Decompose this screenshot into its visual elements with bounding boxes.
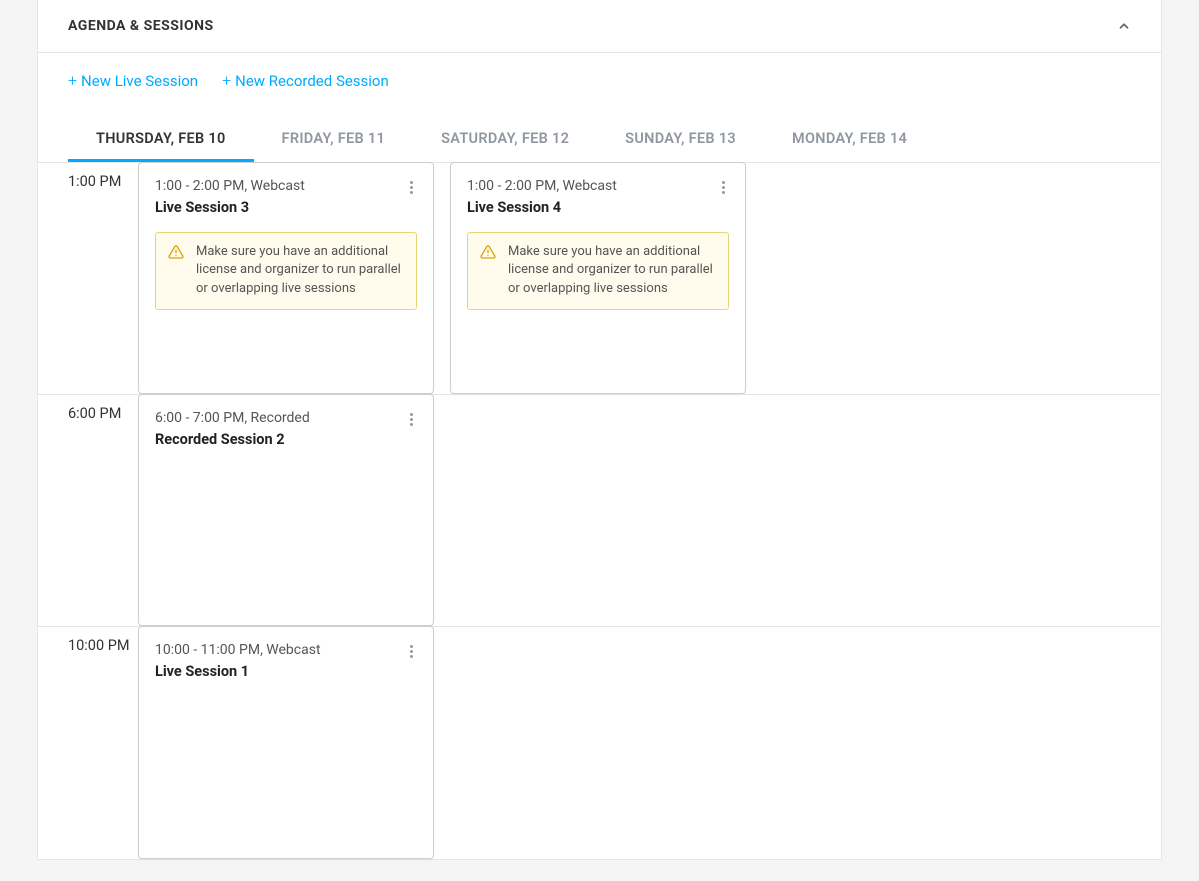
session-card[interactable]: 1:00 - 2:00 PM, Webcast Live Session 3 Mak… bbox=[138, 162, 434, 394]
day-tab[interactable]: THURSDAY, FEB 10 bbox=[68, 118, 254, 162]
day-tab[interactable]: SATURDAY, FEB 12 bbox=[413, 118, 597, 162]
agenda-sessions-panel: AGENDA & SESSIONS + New Live Session + N… bbox=[37, 0, 1162, 860]
sessions-container: 1:00 - 2:00 PM, Webcast Live Session 3 Mak… bbox=[138, 163, 1161, 394]
kebab-menu-icon[interactable] bbox=[718, 177, 729, 198]
new-live-session-button[interactable]: + New Live Session bbox=[68, 71, 198, 90]
day-tab[interactable]: MONDAY, FEB 14 bbox=[764, 118, 935, 162]
session-meta: 1:00 - 2:00 PM, Webcast bbox=[467, 177, 617, 197]
new-recorded-label: New Recorded Session bbox=[235, 72, 389, 90]
warning-box: Make sure you have an additional license… bbox=[155, 232, 417, 311]
warning-text: Make sure you have an additional license… bbox=[508, 243, 716, 300]
panel-title: AGENDA & SESSIONS bbox=[68, 18, 214, 34]
kebab-menu-icon[interactable] bbox=[406, 177, 417, 198]
chevron-up-icon bbox=[1117, 19, 1131, 33]
kebab-menu-icon[interactable] bbox=[406, 409, 417, 430]
day-tabs: THURSDAY, FEB 10FRIDAY, FEB 11SATURDAY, … bbox=[38, 118, 1161, 163]
actions-bar: + New Live Session + New Recorded Sessio… bbox=[38, 53, 1161, 100]
plus-icon: + bbox=[222, 71, 231, 90]
sessions-container: 10:00 - 11:00 PM, Webcast Live Session 1 bbox=[138, 627, 1161, 859]
session-title: Live Session 4 bbox=[467, 199, 617, 216]
session-meta: 6:00 - 7:00 PM, Recorded bbox=[155, 409, 310, 429]
warning-text: Make sure you have an additional license… bbox=[196, 243, 404, 300]
sessions-container: 6:00 - 7:00 PM, Recorded Recorded Session… bbox=[138, 395, 1161, 626]
session-title: Live Session 3 bbox=[155, 199, 305, 216]
time-row: 6:00 PM 6:00 - 7:00 PM, Recorded Recorded … bbox=[38, 395, 1161, 627]
session-title: Recorded Session 2 bbox=[155, 431, 310, 448]
warning-icon bbox=[168, 244, 184, 260]
day-tab[interactable]: SUNDAY, FEB 13 bbox=[597, 118, 764, 162]
time-label: 10:00 PM bbox=[38, 627, 138, 859]
plus-icon: + bbox=[68, 71, 77, 90]
panel-header[interactable]: AGENDA & SESSIONS bbox=[38, 0, 1161, 53]
session-card[interactable]: 6:00 - 7:00 PM, Recorded Recorded Session… bbox=[138, 394, 434, 626]
time-row: 1:00 PM 1:00 - 2:00 PM, Webcast Live Sessi… bbox=[38, 163, 1161, 395]
new-recorded-session-button[interactable]: + New Recorded Session bbox=[222, 71, 389, 90]
kebab-menu-icon[interactable] bbox=[406, 641, 417, 662]
warning-box: Make sure you have an additional license… bbox=[467, 232, 729, 311]
time-label: 6:00 PM bbox=[38, 395, 138, 626]
session-title: Live Session 1 bbox=[155, 663, 321, 680]
new-live-label: New Live Session bbox=[81, 72, 198, 90]
session-card-header: 1:00 - 2:00 PM, Webcast Live Session 3 bbox=[155, 177, 417, 216]
session-meta: 1:00 - 2:00 PM, Webcast bbox=[155, 177, 305, 197]
session-card-header: 6:00 - 7:00 PM, Recorded Recorded Session… bbox=[155, 409, 417, 448]
session-card[interactable]: 1:00 - 2:00 PM, Webcast Live Session 4 Mak… bbox=[450, 162, 746, 394]
warning-icon bbox=[480, 244, 496, 260]
day-tab[interactable]: FRIDAY, FEB 11 bbox=[254, 118, 414, 162]
schedule: 1:00 PM 1:00 - 2:00 PM, Webcast Live Sessi… bbox=[38, 163, 1161, 859]
time-label: 1:00 PM bbox=[38, 163, 138, 394]
session-card-header: 10:00 - 11:00 PM, Webcast Live Session 1 bbox=[155, 641, 417, 680]
time-row: 10:00 PM 10:00 - 11:00 PM, Webcast Live Se… bbox=[38, 627, 1161, 859]
session-meta: 10:00 - 11:00 PM, Webcast bbox=[155, 641, 321, 661]
session-card[interactable]: 10:00 - 11:00 PM, Webcast Live Session 1 bbox=[138, 626, 434, 859]
session-card-header: 1:00 - 2:00 PM, Webcast Live Session 4 bbox=[467, 177, 729, 216]
